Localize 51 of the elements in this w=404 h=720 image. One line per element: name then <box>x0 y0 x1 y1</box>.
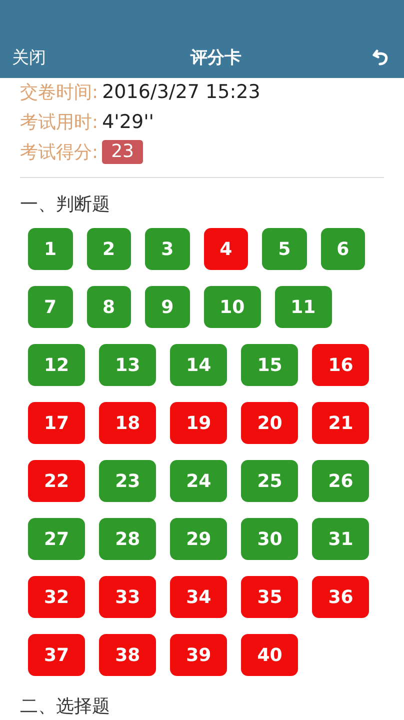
question-number-button[interactable]: 11 <box>274 286 332 328</box>
question-number-button[interactable]: 20 <box>241 402 298 444</box>
question-number-button[interactable]: 33 <box>99 576 156 618</box>
question-number-button[interactable]: 3 <box>145 228 190 270</box>
question-number-button[interactable]: 28 <box>99 518 156 560</box>
question-number-button[interactable]: 34 <box>170 576 228 618</box>
question-number-button[interactable]: 39 <box>170 634 228 676</box>
question-number-button[interactable]: 27 <box>28 518 86 560</box>
question-number-button[interactable]: 36 <box>312 576 370 618</box>
question-number-button[interactable]: 16 <box>312 344 370 386</box>
question-number-button[interactable]: 35 <box>241 576 298 618</box>
question-number-button[interactable]: 31 <box>312 518 370 560</box>
section-title: 一、判断题 <box>19 193 111 217</box>
question-number-button[interactable]: 14 <box>170 344 228 386</box>
info-label: 交卷时间: <box>20 81 98 104</box>
question-number-button[interactable]: 6 <box>320 228 366 270</box>
question-number-button[interactable]: 30 <box>241 518 298 560</box>
question-number-button[interactable]: 13 <box>99 344 156 386</box>
question-number-button[interactable]: 26 <box>312 460 370 502</box>
score-badge: 23 <box>102 140 143 164</box>
question-number-button[interactable]: 19 <box>170 402 228 444</box>
question-number-button[interactable]: 5 <box>262 228 307 270</box>
question-number-button[interactable]: 12 <box>28 344 86 386</box>
question-number-button[interactable]: 15 <box>241 344 298 386</box>
section-title: 二、选择题 <box>19 695 111 719</box>
question-number-button[interactable]: 21 <box>312 402 370 444</box>
question-number-button[interactable]: 25 <box>241 460 298 502</box>
question-number-button[interactable]: 17 <box>28 402 86 444</box>
question-number-button[interactable]: 29 <box>170 518 228 560</box>
question-number-button[interactable]: 24 <box>170 460 228 502</box>
question-number-button[interactable]: 23 <box>99 460 156 502</box>
screen-title: 评分卡 <box>190 46 242 68</box>
question-number-button[interactable]: 10 <box>204 286 261 328</box>
question-number-button[interactable]: 40 <box>241 634 298 676</box>
question-number-button[interactable]: 2 <box>86 228 132 270</box>
question-number-button[interactable]: 18 <box>99 402 156 444</box>
question-number-button[interactable]: 32 <box>28 576 86 618</box>
info-value: 4'29'' <box>102 111 154 133</box>
question-number-button[interactable]: 9 <box>145 286 190 328</box>
info-value: 2016/3/27 15:23 <box>102 81 260 103</box>
info-label: 考试用时: <box>20 111 98 134</box>
close-button[interactable]: 关闭 <box>12 46 46 68</box>
question-number-button[interactable]: 7 <box>28 286 73 328</box>
question-number-button[interactable]: 8 <box>86 286 132 328</box>
question-number-button[interactable]: 38 <box>99 634 156 676</box>
question-number-button[interactable]: 37 <box>28 634 86 676</box>
undo-icon[interactable] <box>372 48 390 66</box>
info-label: 考试得分: <box>20 141 98 164</box>
question-number-button[interactable]: 22 <box>28 460 86 502</box>
question-number-button[interactable]: 1 <box>28 228 73 270</box>
question-number-button[interactable]: 4 <box>204 228 248 270</box>
